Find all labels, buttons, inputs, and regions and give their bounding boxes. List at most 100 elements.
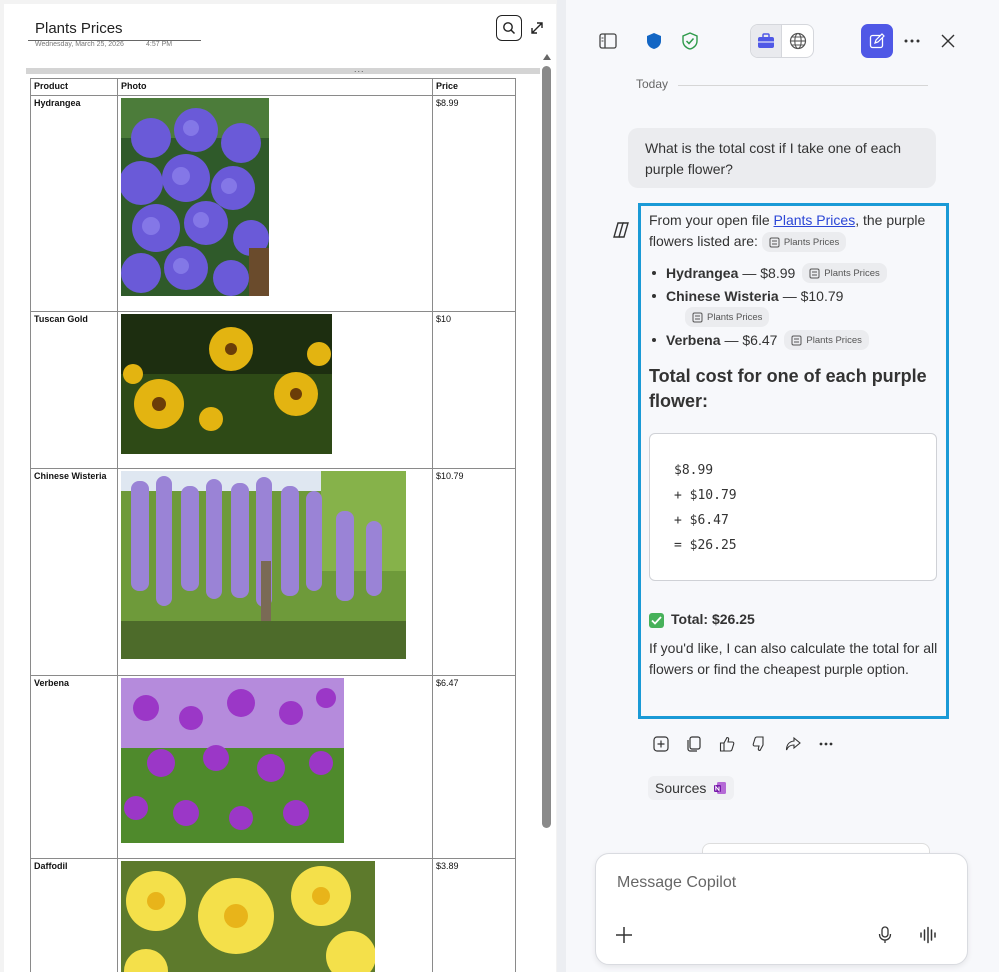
table-row: Hydrangea $8.99	[30, 95, 516, 312]
flower-name: Chinese Wisteria	[666, 288, 779, 304]
more-options-button[interactable]	[901, 30, 923, 52]
flower-name: Verbena	[666, 332, 721, 348]
more-actions-button[interactable]	[815, 733, 837, 755]
table-grip-bar[interactable]	[26, 68, 540, 74]
sidebar-icon	[599, 33, 617, 49]
verbena-photo[interactable]	[121, 678, 344, 843]
note-pane: Plants Prices Wednesday, March 25, 2026 …	[0, 0, 557, 972]
share-icon	[785, 736, 801, 751]
add-attachment-button[interactable]	[611, 922, 637, 948]
work-mode-tab[interactable]	[751, 25, 783, 57]
file-icon	[769, 237, 780, 248]
header-photo: Photo	[117, 78, 433, 96]
table-row: Daffodil $3.89	[30, 858, 516, 972]
photo-cell	[117, 95, 433, 312]
message-composer	[595, 853, 968, 965]
bullet-dot	[652, 271, 656, 275]
shield-check-icon	[682, 32, 698, 50]
add-icon	[653, 736, 669, 752]
flower-price: — $10.79	[782, 288, 844, 304]
bullet-dot	[652, 338, 656, 342]
followup-text: If you'd like, I can also calculate the …	[649, 640, 938, 677]
response-intro: From your open file Plants Prices, the p…	[649, 210, 944, 253]
page-time: 4:57 PM	[146, 41, 173, 48]
expand-icon	[531, 22, 543, 34]
bullet-dot	[652, 294, 656, 298]
calc-line: = $26.25	[674, 538, 737, 553]
more-icon	[819, 742, 833, 746]
scrollbar-thumb[interactable]	[542, 66, 551, 828]
price-cell[interactable]: $8.99	[432, 95, 516, 312]
protection-button[interactable]	[643, 30, 665, 52]
voice-mode-button[interactable]	[915, 922, 941, 948]
citation-chip[interactable]: Plants Prices	[685, 307, 770, 327]
citation-chip[interactable]: Plants Prices	[784, 330, 869, 350]
globe-icon	[789, 32, 806, 50]
microphone-button[interactable]	[872, 922, 898, 948]
daffodil-photo[interactable]	[121, 861, 375, 972]
page-title[interactable]: Plants Prices	[35, 20, 123, 37]
list-item: Verbena — $6.47 Plants Prices	[652, 329, 869, 351]
intro-prefix: From your open file	[649, 212, 774, 228]
search-button[interactable]	[496, 15, 522, 41]
tuscan-gold-photo[interactable]	[121, 314, 332, 454]
response-heading: Total cost for one of each purple flower…	[649, 366, 927, 411]
price-cell[interactable]: $6.47	[432, 675, 516, 859]
sources-label: Sources	[655, 780, 707, 796]
message-input[interactable]	[617, 874, 937, 892]
price-cell[interactable]: $10	[432, 311, 516, 469]
copy-button[interactable]	[683, 733, 705, 755]
sidebar-toggle-button[interactable]	[597, 30, 619, 52]
more-icon	[904, 39, 920, 43]
scroll-up-arrow[interactable]	[543, 54, 551, 60]
check-icon	[649, 612, 664, 628]
price-cell[interactable]: $3.89	[432, 858, 516, 972]
hydrangea-photo[interactable]	[121, 98, 269, 296]
file-icon	[692, 312, 703, 322]
sources-button[interactable]: Sources	[648, 776, 735, 800]
date-divider-label: Today	[636, 77, 669, 91]
copilot-icon	[613, 222, 629, 238]
table-row: Chinese Wisteria $10.79	[30, 468, 516, 676]
response-actions	[650, 733, 837, 755]
file-link[interactable]: Plants Prices	[774, 212, 856, 228]
product-cell[interactable]: Daffodil	[30, 858, 118, 972]
product-cell[interactable]: Hydrangea	[30, 95, 118, 312]
onenote-icon	[714, 782, 727, 794]
page-date: Wednesday, March 25, 2026	[35, 41, 124, 48]
like-button[interactable]	[716, 733, 738, 755]
verified-button[interactable]	[679, 30, 701, 52]
product-cell[interactable]: Tuscan Gold	[30, 311, 118, 469]
dislike-button[interactable]	[749, 733, 771, 755]
briefcase-icon	[758, 33, 774, 48]
calc-line: $8.99	[674, 463, 714, 478]
citation-chip[interactable]: Plants Prices	[761, 232, 847, 253]
new-chat-icon	[869, 33, 885, 49]
file-icon	[809, 268, 820, 278]
total-line: Total: $26.25	[649, 609, 755, 630]
table-row: Tuscan Gold $10	[30, 311, 516, 469]
new-chat-button[interactable]	[861, 24, 893, 58]
flower-price: — $8.99	[742, 265, 796, 281]
add-to-page-button[interactable]	[650, 733, 672, 755]
copilot-avatar	[611, 220, 631, 240]
photo-cell	[117, 675, 433, 859]
microphone-icon	[878, 926, 892, 943]
expand-button[interactable]	[527, 18, 547, 38]
calculation-block[interactable]: $8.99 + $10.79 + $6.47 = $26.25	[649, 433, 937, 581]
citation-chip[interactable]: Plants Prices	[802, 263, 887, 283]
share-button[interactable]	[782, 733, 804, 755]
list-item: Chinese Wisteria — $10.79	[652, 285, 843, 307]
flower-price: — $6.47	[724, 332, 778, 348]
product-cell[interactable]: Verbena	[30, 675, 118, 859]
product-cell[interactable]: Chinese Wisteria	[30, 468, 118, 676]
grip-dots: ...	[354, 64, 365, 74]
flower-name: Hydrangea	[666, 265, 739, 281]
close-button[interactable]	[937, 30, 959, 52]
citation-label: Plants Prices	[806, 334, 862, 346]
citation-label: Plants Prices	[707, 311, 763, 323]
chinese-wisteria-photo[interactable]	[121, 471, 406, 659]
web-mode-tab[interactable]	[782, 25, 813, 57]
price-cell[interactable]: $10.79	[432, 468, 516, 676]
copy-icon	[687, 736, 701, 752]
